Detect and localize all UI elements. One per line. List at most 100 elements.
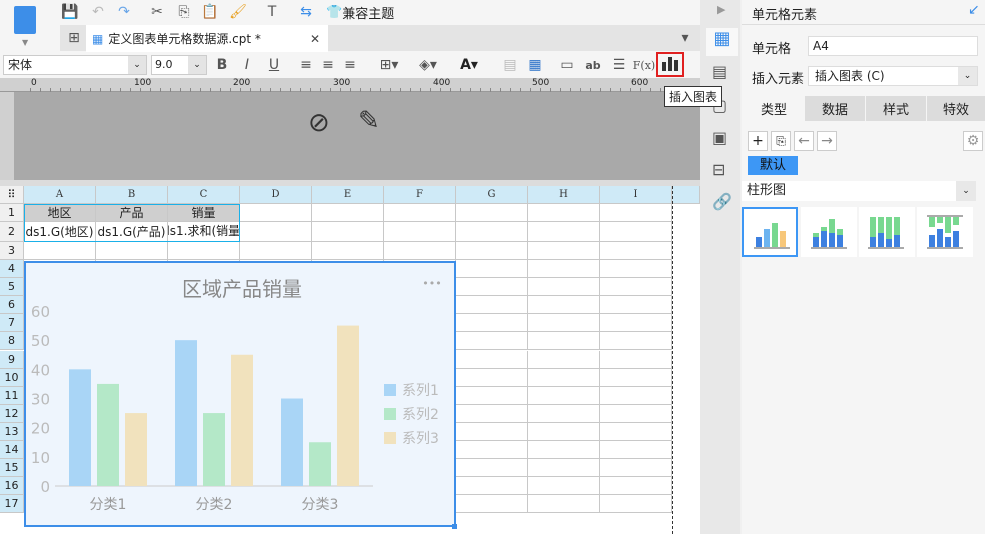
cell-I11[interactable] [600,386,672,405]
chart-type-stacked[interactable] [801,207,857,257]
tab-type[interactable]: 类型 [744,96,804,121]
row-header-8[interactable]: 8 [0,332,24,351]
cell-G8[interactable] [456,332,528,351]
cell-C3[interactable] [168,242,240,260]
cell-B3[interactable] [96,242,168,260]
expand-icon[interactable]: ▶ [717,3,725,16]
cell-H4[interactable] [528,260,600,279]
cell-B1[interactable]: 产品 [96,204,168,222]
cell-G5[interactable] [456,278,528,297]
cell-H13[interactable] [528,422,600,441]
cell-G13[interactable] [456,422,528,441]
pencil-icon[interactable]: ✎ [358,106,380,136]
column-header-G[interactable]: G [456,186,528,204]
row-header-4[interactable]: 4 [0,260,24,279]
insert-element-select[interactable]: 插入图表 (C) ⌄ [808,66,978,86]
row-header-1[interactable]: 1 [0,204,24,222]
add-icon[interactable]: + [748,131,768,151]
cell-H6[interactable] [528,296,600,315]
cell-F3[interactable] [384,242,456,260]
cell-G6[interactable] [456,296,528,315]
row-header-14[interactable]: 14 [0,441,24,460]
merge-icon[interactable]: ▤ [500,55,520,75]
cell-D2[interactable] [240,222,312,242]
cell-H2[interactable] [528,222,600,242]
formula-button[interactable]: F(x) [632,55,656,75]
cell-D3[interactable] [240,242,312,260]
cell-I16[interactable] [600,477,672,496]
link-icon[interactable]: 🔗 [712,192,732,211]
cell-D1[interactable] [240,204,312,222]
cell-I14[interactable] [600,441,672,460]
chart-type-clustered[interactable] [742,207,798,257]
cell-I12[interactable] [600,404,672,423]
cell-H3[interactable] [528,242,600,260]
row-header-3[interactable]: 3 [0,242,24,260]
cell-I9[interactable] [600,350,672,369]
insert-chart-button[interactable] [656,52,684,77]
tab-style[interactable]: 样式 [866,96,926,121]
cell-H1[interactable] [528,204,600,222]
column-header-A[interactable]: A [24,186,96,204]
arrow-right-icon[interactable]: → [817,131,837,151]
cell-C2[interactable]: ds1.求和(销量) [168,222,240,242]
cell-I4[interactable] [600,260,672,279]
column-header-B[interactable]: B [96,186,168,204]
cell-G1[interactable] [456,204,528,222]
cell-I1[interactable] [600,204,672,222]
cell-E1[interactable] [312,204,384,222]
cell-H16[interactable] [528,477,600,496]
cell-H7[interactable] [528,314,600,333]
cell-G9[interactable] [456,350,528,369]
column-header-E[interactable]: E [312,186,384,204]
default-chart-tag[interactable]: 默认 [748,156,798,175]
fill-color-icon[interactable]: ◈▾ [413,55,443,75]
cut-icon[interactable]: ✂ [147,2,167,22]
redo-icon[interactable]: ↷ [114,2,134,22]
cell-G3[interactable] [456,242,528,260]
select-all-corner[interactable]: ⠿ [0,186,24,204]
cell-H12[interactable] [528,404,600,423]
tab-document[interactable]: ▦ 定义图表单元格数据源.cpt * ✕ [86,25,328,52]
cell-H5[interactable] [528,278,600,297]
cell-I8[interactable] [600,332,672,351]
cell-G7[interactable] [456,314,528,333]
collapse-icon[interactable]: ↙ [968,2,980,18]
new-template-icon[interactable]: ⊞ [64,28,84,48]
align-center-icon[interactable]: ≡ [318,55,338,75]
spreadsheet[interactable]: ⠿ABCDEFGHI 1地区产品销量 2ds1.G(地区)ds1.G(产品)ds1.… [0,186,700,534]
copy-icon[interactable]: ⎘ [174,2,194,22]
cell-B2[interactable]: ds1.G(产品) [96,222,168,242]
row-header-12[interactable]: 12 [0,404,24,423]
tab-data[interactable]: 数据 [805,96,865,121]
cell-F1[interactable] [384,204,456,222]
cell-G16[interactable] [456,477,528,496]
chart-type-percent[interactable] [859,207,915,257]
row-header-6[interactable]: 6 [0,296,24,315]
cell-H11[interactable] [528,386,600,405]
format-brush-icon[interactable]: 🖌 [228,2,248,22]
arrow-left-icon[interactable]: ← [794,131,814,151]
tab-menu-icon[interactable]: ▾ [675,28,695,48]
cell-H15[interactable] [528,459,600,478]
align-right-icon[interactable]: ≡ [340,55,360,75]
tab-effects[interactable]: 特效 [927,96,985,121]
cell-I3[interactable] [600,242,672,260]
richtext-icon[interactable]: ☰ [609,55,629,75]
gear-icon[interactable]: ⚙ [963,131,983,151]
row-header-17[interactable]: 17 [0,495,24,514]
copy-icon[interactable]: ⎘ [771,131,791,151]
cell-G11[interactable] [456,386,528,405]
cell-G2[interactable] [456,222,528,242]
cell-A1[interactable]: 地区 [24,204,96,222]
cell-E3[interactable] [312,242,384,260]
cell-I2[interactable] [600,222,672,242]
cell-element-icon[interactable]: ▦ [706,28,738,56]
cell-H9[interactable] [528,350,600,369]
row-header-11[interactable]: 11 [0,386,24,405]
close-icon[interactable]: ✕ [310,32,320,46]
cell-A3[interactable] [24,242,96,260]
table-icon[interactable]: ▦ [525,55,545,75]
paste-icon[interactable]: 📋 [200,2,220,22]
font-select[interactable]: 宋体 ⌄ [3,55,147,75]
